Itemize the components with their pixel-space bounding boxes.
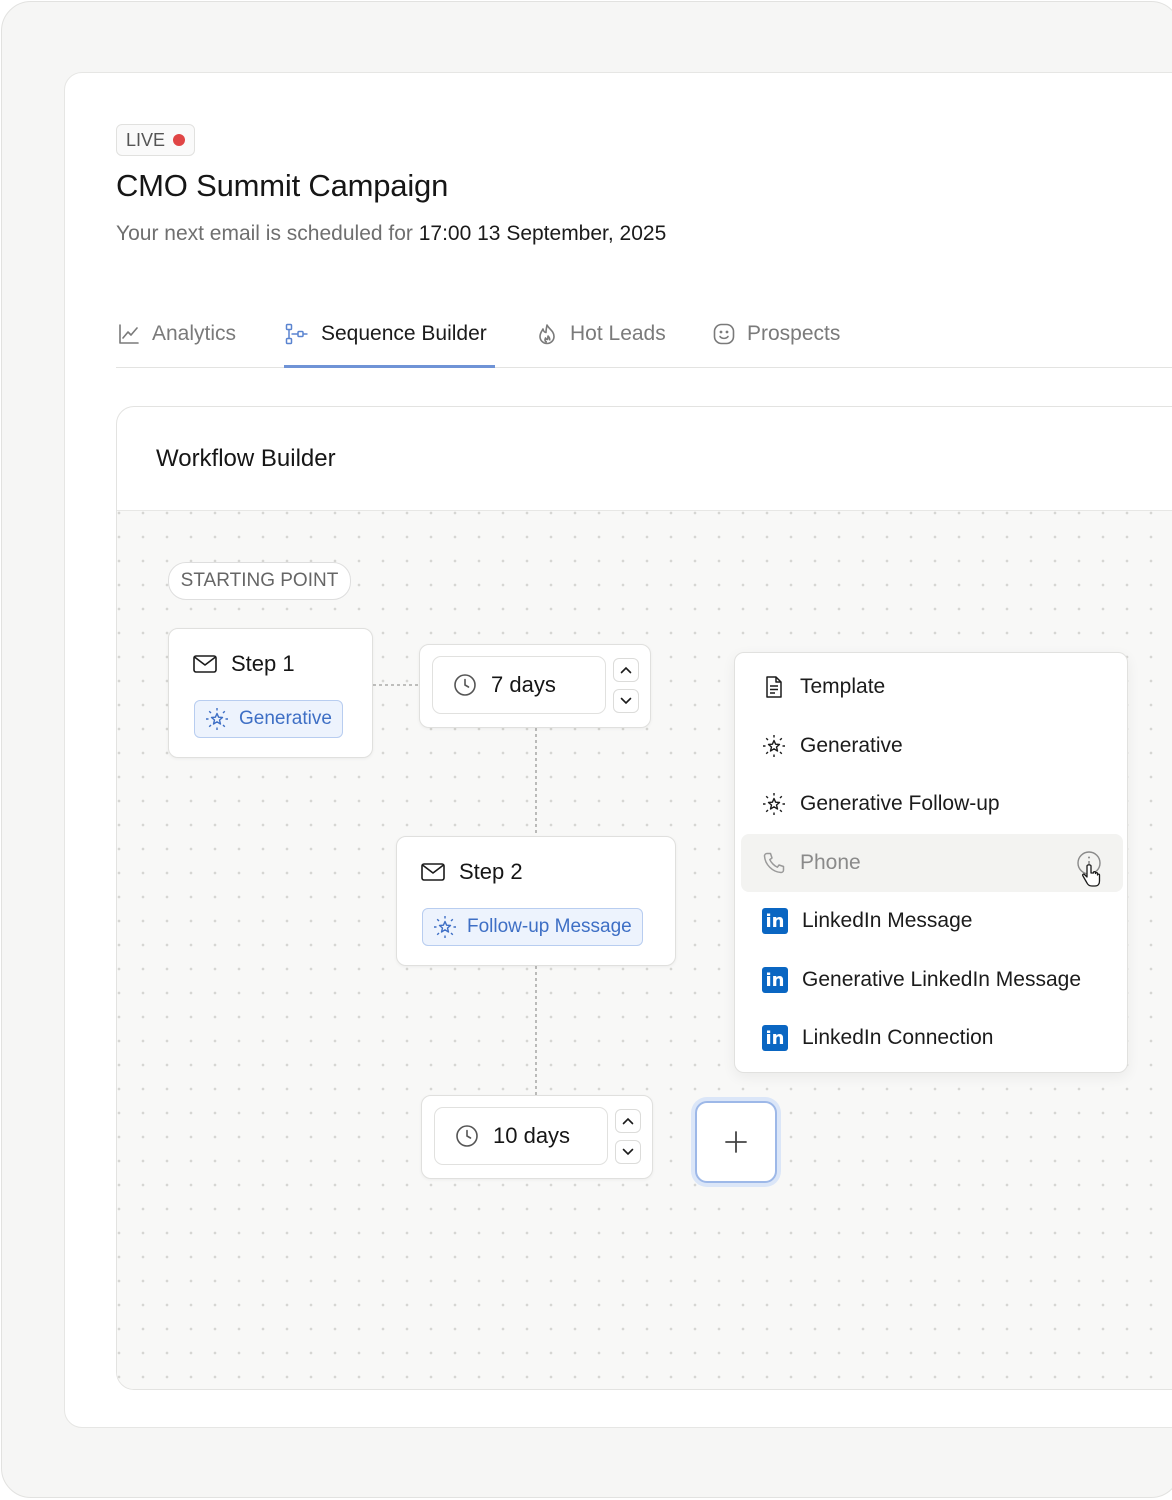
- sparkle-star-icon: [762, 734, 786, 758]
- menu-item-generative-follow-up[interactable]: Generative Follow-up: [741, 775, 1123, 833]
- linkedin-icon: in: [762, 1025, 788, 1051]
- delay-input-1[interactable]: 7 days: [432, 656, 606, 714]
- menu-item-linkedin-connection[interactable]: in LinkedIn Connection: [741, 1009, 1123, 1067]
- step-1-node[interactable]: Step 1 Generative: [168, 628, 373, 758]
- menu-item-template[interactable]: Template: [741, 658, 1123, 716]
- delay-node-2: 10 days: [421, 1095, 653, 1179]
- menu-item-label: LinkedIn Message: [802, 909, 973, 932]
- menu-item-label: Phone: [800, 851, 861, 874]
- menu-item-label: LinkedIn Connection: [802, 1026, 994, 1049]
- step-2-node[interactable]: Step 2 Follow-up Message: [396, 836, 676, 966]
- increment-button[interactable]: [615, 1109, 641, 1133]
- delay-value-2: 10 days: [493, 1123, 571, 1148]
- linkedin-icon: in: [762, 967, 788, 993]
- sparkle-star-icon: [762, 792, 786, 816]
- info-icon[interactable]: [1075, 850, 1105, 892]
- mail-icon: [193, 655, 217, 673]
- step-2-type-tag[interactable]: Follow-up Message: [422, 908, 643, 946]
- chevron-down-icon: [620, 697, 632, 705]
- menu-item-label: Template: [800, 675, 886, 698]
- linkedin-icon: in: [762, 908, 788, 934]
- delay-input-2[interactable]: 10 days: [434, 1107, 608, 1165]
- chevron-up-icon: [620, 666, 632, 674]
- phone-icon: [762, 851, 786, 875]
- plus-icon: [723, 1129, 749, 1155]
- step-1-header: Step 1: [193, 651, 295, 677]
- delay-value-1: 7 days: [491, 672, 556, 697]
- chevron-down-icon: [622, 1148, 634, 1156]
- increment-button[interactable]: [613, 658, 639, 682]
- menu-item-linkedin-message[interactable]: in LinkedIn Message: [741, 892, 1123, 950]
- step-type-menu: Template Generative Generative Follow-up…: [734, 652, 1128, 1073]
- sparkle-star-icon: [205, 707, 229, 731]
- delay-node-1: 7 days: [419, 644, 651, 728]
- clock-icon: [455, 1124, 479, 1148]
- document-icon: [762, 675, 786, 699]
- menu-item-generative-linkedin-message[interactable]: in Generative LinkedIn Message: [741, 951, 1123, 1009]
- step-1-type-label: Generative: [239, 708, 332, 729]
- menu-item-label: Generative Follow-up: [800, 792, 1000, 815]
- menu-item-phone[interactable]: Phone: [741, 834, 1123, 892]
- menu-item-label: Generative: [800, 734, 903, 757]
- clock-icon: [453, 673, 477, 697]
- add-step-button[interactable]: [695, 1101, 777, 1183]
- chevron-up-icon: [622, 1117, 634, 1125]
- menu-item-label: Generative LinkedIn Message: [802, 968, 1081, 991]
- step-2-header: Step 2: [421, 859, 523, 885]
- sparkle-star-icon: [433, 915, 457, 939]
- step-2-type-label: Follow-up Message: [467, 916, 632, 937]
- mail-icon: [421, 863, 445, 881]
- decrement-button[interactable]: [615, 1140, 641, 1164]
- step-1-type-tag[interactable]: Generative: [194, 700, 343, 738]
- step-1-label: Step 1: [231, 651, 295, 676]
- decrement-button[interactable]: [613, 689, 639, 713]
- step-2-label: Step 2: [459, 859, 523, 884]
- starting-point-badge: STARTING POINT: [168, 562, 351, 600]
- menu-item-generative[interactable]: Generative: [741, 717, 1123, 775]
